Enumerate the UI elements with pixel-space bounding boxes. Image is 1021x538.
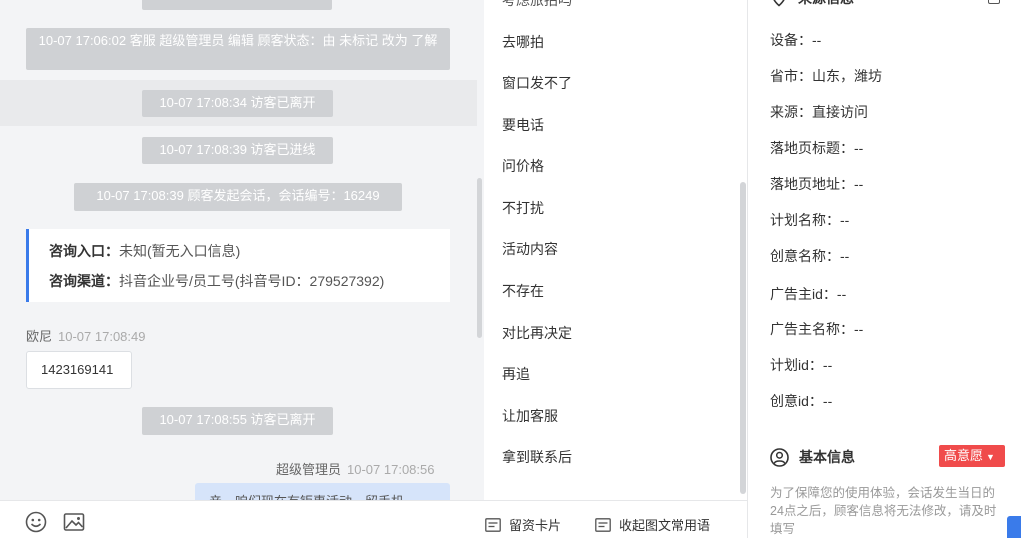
agent-sender: 超级管理员 10-07 17:08:56 [276,459,434,478]
field-value: -- [840,248,850,264]
system-message: 10-07 17:08:34 访客已离开 [142,90,333,117]
intent-badge[interactable]: 高意愿 ▼ [939,445,1005,467]
phrase-item[interactable]: 拿到联系后 [502,447,572,467]
visitor-sender: 欧尼 10-07 17:08:49 [26,326,145,345]
field-landing-url: 落地页地址：-- [770,174,863,194]
card-icon [485,517,501,532]
lead-card-button[interactable]: 留资卡片 [485,515,561,534]
field-value: -- [854,321,864,337]
field-label: 落地页地址： [770,176,854,192]
field-value: 直接访问 [812,104,868,120]
phrase-item[interactable]: 再追 [502,364,530,384]
field-label: 计划id： [770,357,823,373]
field-label: 广告主名称： [770,321,854,337]
field-creative-id: 创意id：-- [770,391,832,411]
visitor-message-bubble: 1423169141 [26,351,132,389]
basic-info-title: 基本信息 [799,449,855,465]
user-icon [770,447,789,467]
field-label: 创意id： [770,393,823,409]
phrase-item[interactable]: 问价格 [502,156,544,176]
field-label: 落地页标题： [770,140,854,156]
field-label: 广告主id： [770,286,837,302]
basic-info-header: 基本信息 [770,447,855,467]
system-message: 10-07 17:08:55 访客已离开 [142,407,333,435]
image-icon[interactable] [63,511,85,533]
sender-name: 欧尼 [26,329,53,344]
chat-scrollbar[interactable] [477,178,482,338]
quick-phrase-list: 考虑旅拍吗 去哪拍 窗口发不了 要电话 问价格 不打扰 活动内容 不存在 对比再… [484,0,747,500]
field-value: -- [836,286,847,302]
field-value: -- [854,140,864,156]
field-value: -- [822,357,833,373]
field-label: 来源： [770,104,812,120]
field-creative-name: 创意名称：-- [770,246,849,266]
field-plan-name: 计划名称：-- [770,210,849,230]
field-label: 创意名称： [770,248,840,264]
phrase-item[interactable]: 不存在 [502,281,544,301]
system-message-clipped [142,0,332,10]
intent-badge-label: 高意愿 [944,448,984,463]
location-icon [773,0,785,7]
field-advertiser-name: 广告主名称：-- [770,319,863,339]
field-label: 省市： [770,68,812,84]
source-info-title: 来源信息 [798,0,854,8]
phrase-item[interactable]: 活动内容 [502,239,558,259]
field-plan-id: 计划id：-- [770,355,832,375]
phrase-item[interactable]: 让加客服 [502,406,558,426]
lead-card-label: 留资卡片 [509,518,562,533]
message-time: 10-07 17:08:49 [58,329,146,344]
channel-label: 咨询渠道： [49,273,119,289]
field-province-city: 省市：山东，潍坊 [770,66,882,86]
sender-name: 超级管理员 [276,462,342,477]
phrase-item[interactable]: 不打扰 [502,198,544,218]
agent-message-bubble: 亲，咱们现在有钜惠活动，留手机 [195,483,450,500]
field-advertiser-id: 广告主id：-- [770,284,846,304]
system-message: 10-07 17:06:02 客服 超级管理员 编辑 顾客状态：由 未标记 改为… [26,28,450,70]
floating-action-button[interactable] [1007,516,1021,538]
phrases-icon [595,517,611,532]
entry-label: 咨询入口： [49,243,119,259]
phrase-item[interactable]: 对比再决定 [502,323,572,343]
system-message: 10-07 17:08:39 访客已进线 [142,137,333,164]
field-label: 设备： [770,32,812,48]
field-value: -- [840,212,850,228]
chat-toolbar: 留资卡片 收起图文常用语 [0,500,747,538]
field-source: 来源：直接访问 [770,102,868,122]
field-label: 计划名称： [770,212,840,228]
phrase-item[interactable]: 要电话 [502,115,544,135]
field-device: 设备：-- [770,30,821,50]
phrase-scrollbar[interactable] [740,182,746,494]
field-value: -- [854,176,864,192]
edit-deadline-note: 为了保障您的使用体验，会话发生当日的24点之后，顾客信息将无法修改，请及时填写 [770,486,997,536]
channel-value: 抖音企业号/员工号(抖音号ID：279527392) [119,273,385,289]
field-value: -- [812,32,822,48]
consult-info-card: 咨询入口：未知(暂无入口信息) 咨询渠道：抖音企业号/员工号(抖音号ID：279… [26,229,450,302]
phrase-item-clipped[interactable]: 考虑旅拍吗 [502,0,572,10]
smile-icon[interactable] [25,511,47,533]
entry-value: 未知(暂无入口信息) [119,243,241,259]
customer-info-panel: 来源信息 设备：-- 省市：山东，潍坊 来源：直接访问 落地页标题：-- 落地页… [748,0,1021,538]
edit-icon[interactable] [988,0,1000,4]
field-value: -- [822,393,833,409]
message-time: 10-07 17:08:56 [347,462,435,477]
system-message: 10-07 17:08:39 顾客发起会话，会话编号：16249 [74,183,402,211]
field-value: 山东，潍坊 [812,68,882,84]
collapse-phrases-label: 收起图文常用语 [619,518,711,533]
caret-down-icon: ▼ [986,452,995,462]
source-info-header: 来源信息 [770,0,854,8]
phrase-item[interactable]: 窗口发不了 [502,73,572,93]
collapse-phrases-button[interactable]: 收起图文常用语 [595,515,710,534]
field-landing-title: 落地页标题：-- [770,138,863,158]
chat-panel: 10-07 17:06:02 客服 超级管理员 编辑 顾客状态：由 未标记 改为… [0,0,484,500]
phrase-item[interactable]: 去哪拍 [502,32,544,52]
